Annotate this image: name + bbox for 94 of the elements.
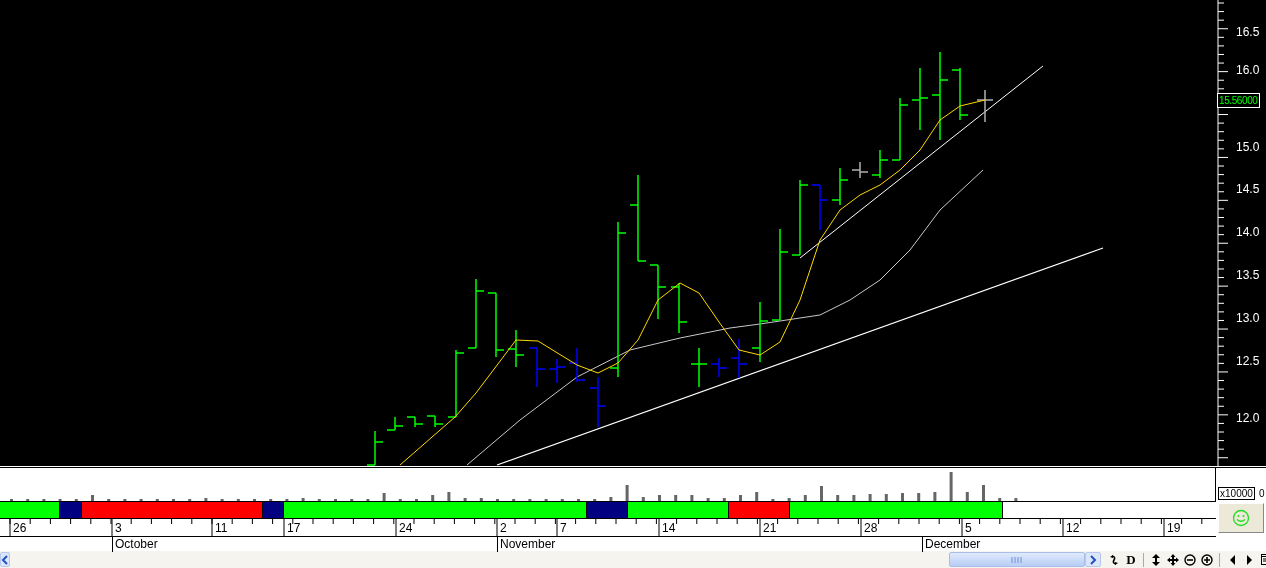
volume-bar xyxy=(917,493,921,501)
zoom-in-icon[interactable] xyxy=(1200,552,1214,567)
price-bar xyxy=(426,415,444,428)
day-label: 7 xyxy=(560,521,567,535)
volume-bar xyxy=(447,492,451,501)
volume-bar xyxy=(301,498,305,501)
day-label: 17 xyxy=(287,521,301,535)
price-bar xyxy=(548,358,566,384)
price-bar xyxy=(568,347,586,383)
volume-bar xyxy=(690,495,694,501)
price-bar xyxy=(467,278,485,349)
chevron-right-icon xyxy=(1089,554,1097,565)
price-bar xyxy=(690,347,708,388)
volume-bar xyxy=(722,498,726,501)
price-tick-label: 12.0 xyxy=(1236,411,1260,425)
move-icon[interactable] xyxy=(1166,552,1180,567)
price-tick-label: 13.0 xyxy=(1236,311,1260,325)
volume-tick-label: 0 xyxy=(1259,487,1265,500)
day-label: 11 xyxy=(215,521,228,535)
price-bar xyxy=(589,376,607,428)
volume-bar xyxy=(836,495,840,501)
day-label: 14 xyxy=(662,521,676,535)
price-bar xyxy=(891,97,909,161)
day-label: 12 xyxy=(1066,521,1080,535)
price-bar xyxy=(871,149,889,179)
volume-bar xyxy=(820,486,823,501)
price-bar xyxy=(406,416,424,428)
volume-bar xyxy=(933,492,937,501)
grip-icon xyxy=(1010,555,1024,564)
volume-bar xyxy=(674,495,678,501)
volume-bar xyxy=(852,495,856,501)
day-label: 19 xyxy=(1167,521,1181,535)
chevron-left-icon xyxy=(1,554,9,565)
price-bar xyxy=(730,338,748,379)
volume-bar xyxy=(479,498,483,501)
volume-bar xyxy=(884,494,888,501)
volume-bar xyxy=(901,493,904,501)
volume-bar xyxy=(803,495,807,501)
price-tick-label: 12.5 xyxy=(1236,354,1260,368)
volume-bar xyxy=(382,493,386,501)
volume-bar xyxy=(755,492,759,501)
volume-bar xyxy=(982,485,985,501)
price-bar xyxy=(951,67,969,121)
volume-bar xyxy=(91,495,94,501)
day-label: 26 xyxy=(13,521,27,535)
price-bar xyxy=(366,430,384,466)
last-price-tag: 15.56000 xyxy=(1217,93,1260,108)
price-bar xyxy=(487,292,505,358)
price-bar xyxy=(751,301,769,363)
price-bar xyxy=(447,349,465,418)
price-bar xyxy=(710,357,728,378)
price-bar xyxy=(670,282,688,334)
price-tick-label: 14.5 xyxy=(1236,182,1260,196)
day-label: 5 xyxy=(965,521,972,535)
price-bar xyxy=(507,329,525,368)
volume-bar xyxy=(204,498,208,501)
day-label: 21 xyxy=(763,521,777,535)
smiley-icon xyxy=(1232,509,1250,527)
scroll-right-button[interactable] xyxy=(1085,552,1101,567)
volume-bar xyxy=(463,498,467,501)
volume-bar xyxy=(431,495,435,501)
price-tick-label: 16.0 xyxy=(1236,63,1260,77)
volume-bar xyxy=(868,494,872,501)
price-tick-label: 15.0 xyxy=(1236,140,1260,154)
price-bar xyxy=(386,416,404,431)
scroll-left-button[interactable] xyxy=(0,552,10,567)
day-label: 2 xyxy=(500,521,507,535)
volume-bar xyxy=(1014,498,1018,501)
price-tick-label: 16.5 xyxy=(1236,25,1260,39)
zoom-out-icon[interactable] xyxy=(1183,552,1197,567)
volume-bar xyxy=(965,492,969,501)
price-tick-label: 13.5 xyxy=(1236,268,1260,282)
volume-bar xyxy=(658,495,661,501)
day-label: 28 xyxy=(864,521,878,535)
price-bar xyxy=(976,89,994,123)
price-bar xyxy=(911,67,929,131)
status-button[interactable] xyxy=(1218,503,1264,533)
day-label: 3 xyxy=(115,521,122,535)
volume-scale-label: x10000 xyxy=(1218,487,1255,500)
volume-bar xyxy=(787,498,791,501)
volume-bar xyxy=(739,495,742,501)
price-bar xyxy=(831,167,849,206)
scrollbar-thumb[interactable] xyxy=(949,552,1085,567)
price-bar xyxy=(649,264,667,320)
period-button[interactable]: D xyxy=(1124,552,1138,567)
price-bar xyxy=(528,347,546,388)
volume-bar xyxy=(625,485,629,501)
day-label: 24 xyxy=(399,521,413,535)
volume-bar xyxy=(706,498,710,501)
volume-bar xyxy=(998,498,1002,501)
price-bar xyxy=(851,161,869,179)
price-tick-label: 14.0 xyxy=(1236,225,1260,239)
price-bar xyxy=(811,184,829,231)
volume-bar xyxy=(949,472,953,501)
